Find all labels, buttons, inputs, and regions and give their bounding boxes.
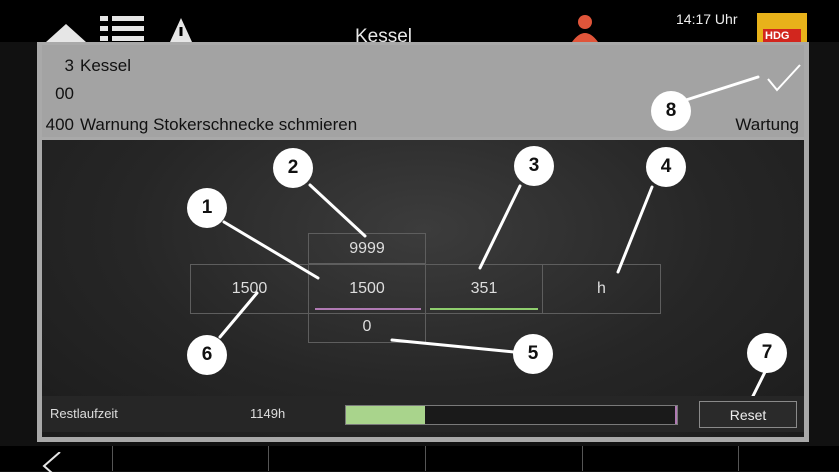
restlaufzeit-progress: [345, 405, 678, 425]
back-arrow-icon[interactable]: [40, 452, 64, 472]
annotation-bubble-5: 5: [513, 334, 553, 374]
annotation-bubble-4: 4: [646, 147, 686, 187]
annotation-bubble-6: 6: [187, 335, 227, 375]
footer-separator: [738, 446, 739, 471]
footer-bar: [0, 446, 839, 472]
footer-separator: [582, 446, 583, 471]
restlaufzeit-row: Restlaufzeit 1149h Reset: [42, 396, 804, 432]
progress-end-marker: [675, 406, 677, 424]
annotation-bubble-7: 7: [747, 333, 787, 373]
annotation-bubble-3: 3: [514, 146, 554, 186]
reset-button[interactable]: Reset: [699, 401, 797, 428]
annotation-bubble-2: 2: [273, 148, 313, 188]
annotation-bubble-1: 1: [187, 188, 227, 228]
footer-separator: [112, 446, 113, 471]
restlaufzeit-label: Restlaufzeit: [50, 406, 118, 421]
footer-separator: [268, 446, 269, 471]
footer-separator: [425, 446, 426, 471]
progress-fill: [346, 406, 426, 424]
restlaufzeit-value: 1149h: [250, 406, 286, 421]
annotation-bubble-8: 8: [651, 91, 691, 131]
